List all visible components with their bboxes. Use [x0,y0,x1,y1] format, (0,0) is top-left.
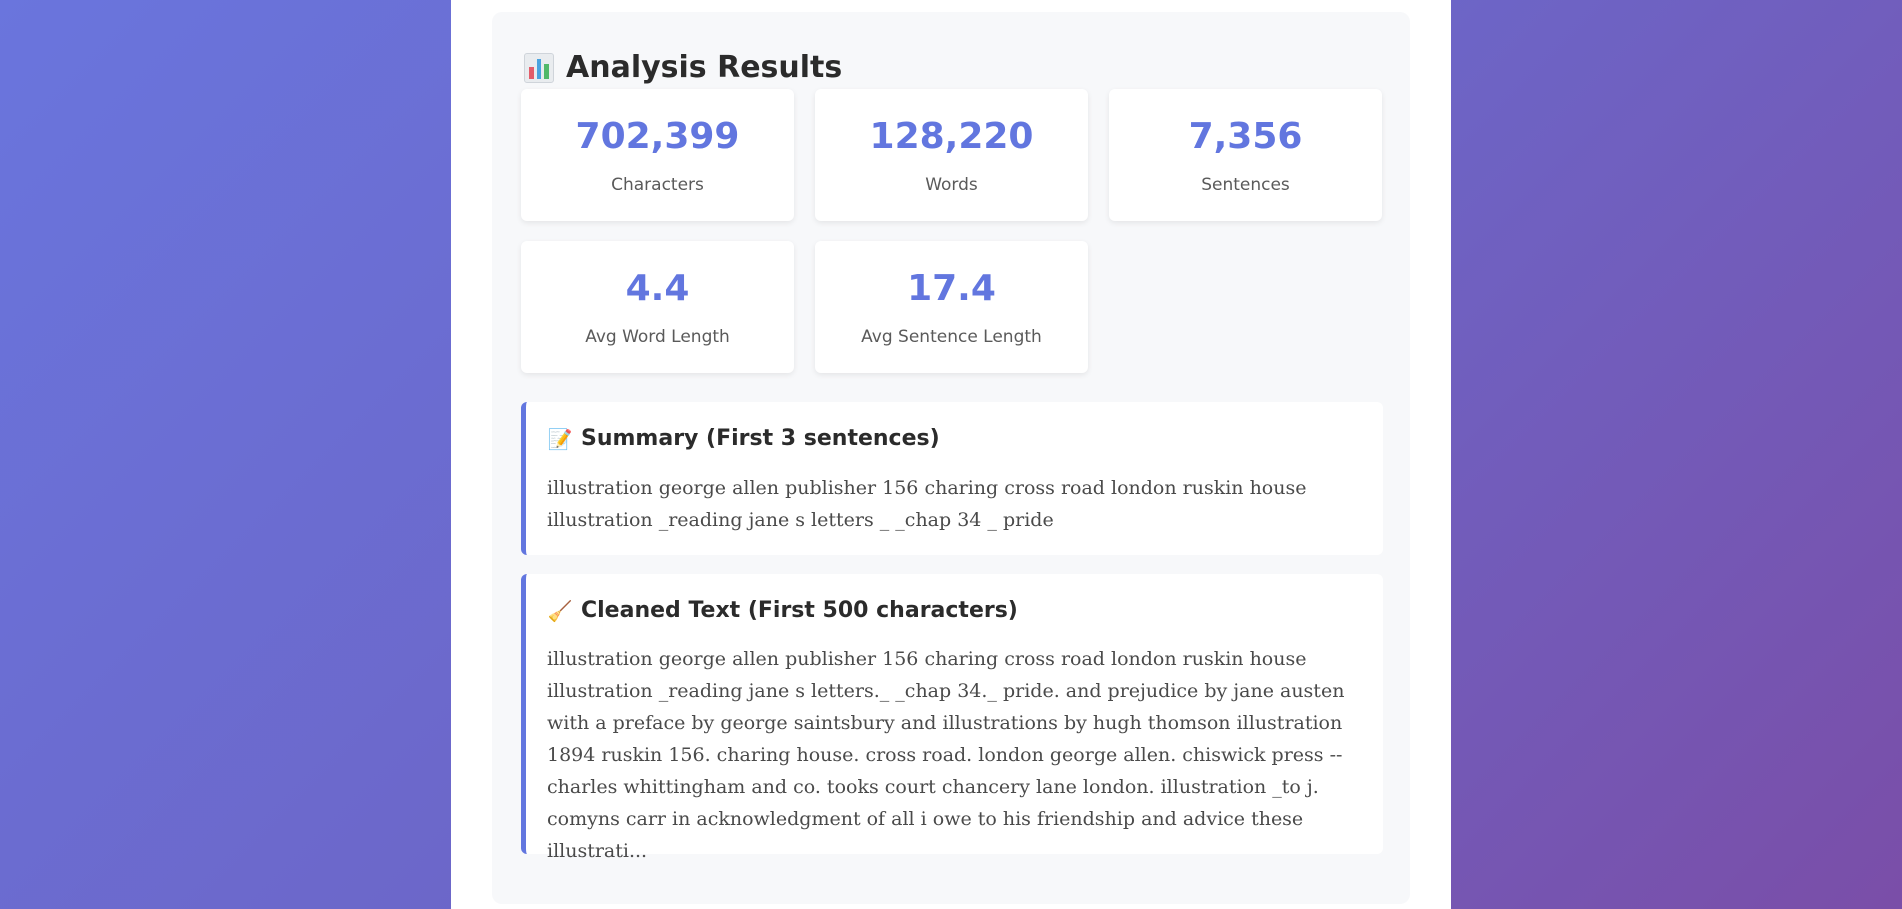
stat-value: 7,356 [1188,116,1303,157]
stat-value: 128,220 [869,116,1034,157]
stat-label: Avg Sentence Length [861,327,1042,347]
cleaned-text-body: illustration george allen publisher 156 … [547,648,1345,862]
cleaned-text-heading: 🧹 Cleaned Text (First 500 characters) [547,598,1018,623]
stats-grid: 702,399 Characters 128,220 Words 7,356 S… [521,89,1383,389]
stat-value: 702,399 [575,116,740,157]
bar-chart-icon [524,52,554,83]
summary-text: illustration george allen publisher 156 … [547,477,1307,531]
stat-label: Avg Word Length [585,327,730,347]
results-title-text: Analysis Results [566,50,843,85]
stat-card-avg-word-length: 4.4 Avg Word Length [521,241,794,373]
broom-icon: 🧹 [547,598,573,623]
stat-label: Characters [611,175,704,195]
stat-label: Sentences [1201,175,1290,195]
stat-card-sentences: 7,356 Sentences [1109,89,1382,221]
stat-card-characters: 702,399 Characters [521,89,794,221]
summary-section: 📝 Summary (First 3 sentences) illustrati… [521,402,1383,555]
memo-icon: 📝 [547,426,573,451]
stat-card-words: 128,220 Words [815,89,1088,221]
stat-value: 4.4 [625,268,690,309]
results-title: Analysis Results [524,50,842,85]
summary-heading-text: Summary (First 3 sentences) [581,426,940,451]
main-container: Analysis Results 702,399 Characters 128,… [451,0,1451,909]
summary-heading: 📝 Summary (First 3 sentences) [547,426,940,451]
stat-label: Words [925,175,978,195]
cleaned-text-section: 🧹 Cleaned Text (First 500 characters) il… [521,574,1383,862]
stat-card-avg-sentence-length: 17.4 Avg Sentence Length [815,241,1088,373]
results-panel: Analysis Results 702,399 Characters 128,… [492,12,1410,904]
cleaned-text-heading-text: Cleaned Text (First 500 characters) [581,598,1018,623]
stat-value: 17.4 [907,268,996,309]
